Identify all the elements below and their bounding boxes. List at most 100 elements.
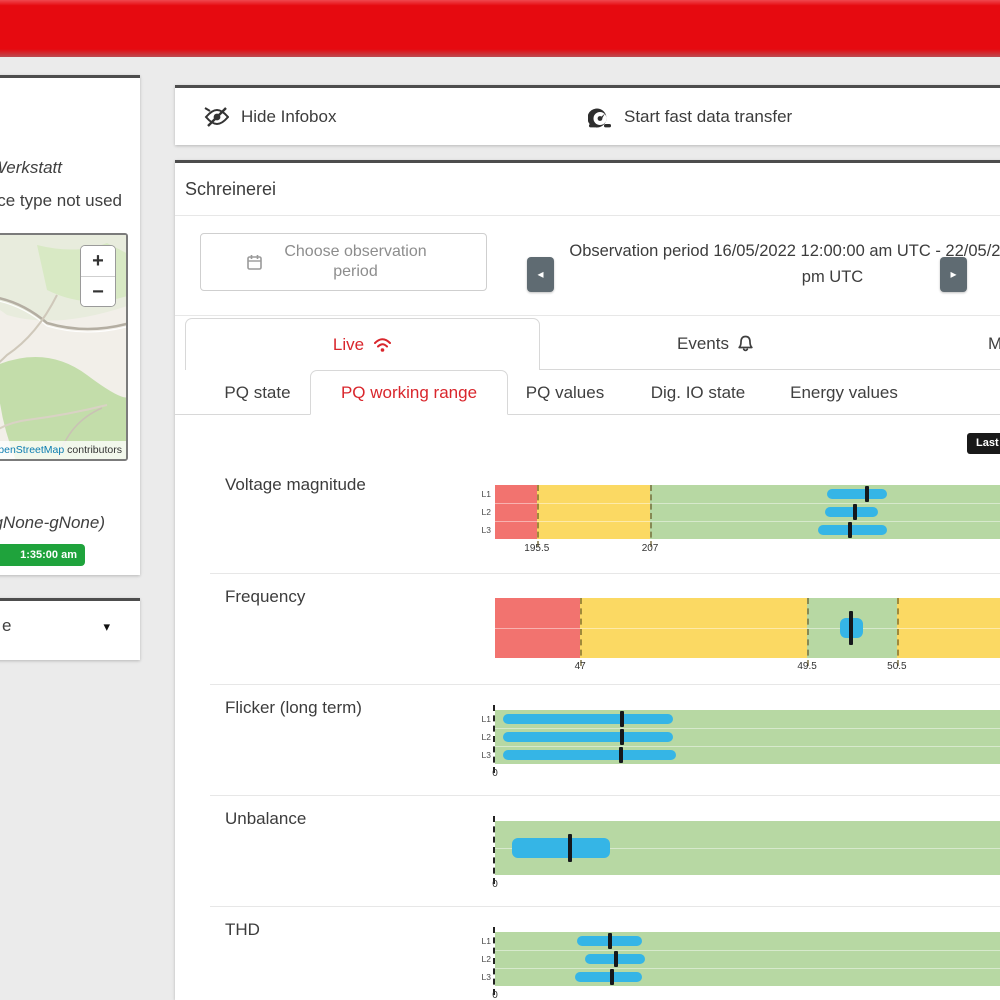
row-divider [495, 968, 1000, 969]
arrow-right-icon: ▸ [950, 267, 956, 281]
chart-title-thd: THD [225, 920, 260, 940]
chart-title-flicker-long-term: Flicker (long term) [225, 698, 362, 718]
divider [175, 215, 1000, 216]
median-marker-L1 [865, 486, 869, 502]
chart-title-unbalance: Unbalance [225, 809, 306, 829]
map-zoom-in-button[interactable]: + [81, 246, 115, 276]
phase-label: L2 [475, 507, 491, 517]
phase-label: L2 [475, 732, 491, 742]
previous-period-button[interactable]: ◂ [527, 257, 554, 292]
map-attribution-suffix: contributors [64, 444, 122, 456]
chart-plot-thd [495, 932, 1000, 986]
device-code-label: (gNone-gNone) [0, 513, 105, 533]
subtab-label: PQ working range [341, 383, 477, 403]
row-divider [495, 746, 1000, 747]
row-divider [495, 950, 1000, 951]
axis-tick-label: 49.5 [797, 661, 816, 672]
zone-green [495, 932, 1000, 986]
subtab-pq-state[interactable]: PQ state [205, 370, 310, 415]
range-bar-L2 [503, 732, 673, 742]
subtab-pq-values[interactable]: PQ values [512, 370, 618, 415]
device-name-label: Werkstatt [0, 158, 62, 178]
hide-infobox-button[interactable]: Hide Infobox [203, 88, 336, 145]
zone-boundary-line [537, 485, 539, 547]
app-window: Werkstatt Device type not used + − [0, 0, 1000, 1000]
tab-measurements-label: M [988, 334, 1000, 354]
median-marker-L2 [614, 951, 618, 967]
map-attribution-link[interactable]: © OpenStreetMap [0, 444, 64, 456]
range-bar-L1 [503, 714, 673, 724]
chart-plot-frequency [495, 598, 1000, 658]
choose-observation-period-button[interactable]: Choose observation period [200, 233, 487, 291]
median-marker-L3 [619, 747, 623, 763]
axis-tick-label: 47 [575, 661, 586, 672]
phase-label: L1 [475, 936, 491, 946]
zone-boundary-line [897, 598, 899, 666]
device-selector-card[interactable]: e ▾ [0, 598, 140, 660]
chart-title-voltage-magnitude: Voltage magnitude [225, 475, 366, 495]
range-bar-unbalance [512, 838, 610, 858]
subtab-label: PQ state [224, 383, 290, 403]
zone-red [495, 485, 537, 539]
median-marker-L2 [853, 504, 857, 520]
device-info-card: Werkstatt Device type not used + − [0, 75, 140, 575]
axis-tick-label: 207 [642, 543, 659, 554]
chart-title-frequency: Frequency [225, 587, 305, 607]
row-divider [495, 503, 1000, 504]
main-tab-bar: Live Events M [175, 318, 1000, 370]
divider [210, 573, 1000, 574]
axis-tick-label: 0 [492, 879, 498, 890]
next-period-button[interactable]: ▸ [940, 257, 967, 292]
last-period-badge[interactable]: Last [967, 433, 1000, 454]
subtab-energy-values[interactable]: Energy values [778, 370, 910, 415]
page-title: Schreinerei [185, 179, 276, 200]
zone-boundary-line [650, 485, 652, 547]
range-bar-L3 [575, 972, 642, 982]
subtab-label: Dig. IO state [651, 383, 745, 403]
chevron-down-icon[interactable]: ▾ [103, 619, 110, 635]
zero-axis-line [493, 816, 495, 884]
median-marker-unbalance [568, 834, 572, 862]
toolbar-card: Hide Infobox Start fast data transfer [175, 85, 1000, 145]
tab-events-label: Events [677, 334, 729, 354]
row-divider [495, 521, 1000, 522]
median-marker-L1 [608, 933, 612, 949]
subtab-pq-working-range[interactable]: PQ working range [310, 370, 508, 415]
range-bar-L3 [503, 750, 676, 760]
zero-axis-line [493, 927, 495, 995]
chart-plot-voltage-magnitude [495, 485, 1000, 539]
device-selector-label: e [2, 616, 11, 636]
subtab-label: Energy values [790, 383, 898, 403]
zone-yellow [537, 485, 650, 539]
start-fast-transfer-label: Start fast data transfer [624, 107, 792, 127]
wifi-icon [373, 337, 392, 352]
median-marker-frequency [849, 611, 853, 645]
map-attribution: © OpenStreetMap contributors [0, 441, 126, 459]
range-bar-L3 [818, 525, 887, 535]
tab-measurements[interactable]: M [890, 318, 1000, 370]
hide-infobox-label: Hide Infobox [241, 107, 336, 127]
tab-live-label: Live [333, 335, 364, 355]
main-panel-card: Schreinerei Choose observation period ◂ … [175, 160, 1000, 1000]
start-fast-transfer-button[interactable]: Start fast data transfer [588, 88, 792, 145]
phase-label: L3 [475, 525, 491, 535]
divider [210, 684, 1000, 685]
range-bar-L2 [825, 507, 878, 517]
tab-events[interactable]: Events [540, 318, 890, 370]
choose-observation-period-label: Choose observation period [271, 242, 441, 282]
phase-label: L3 [475, 750, 491, 760]
axis-tick-label: 0 [492, 768, 498, 779]
divider [175, 315, 1000, 316]
subtab-dig-io-state[interactable]: Dig. IO state [633, 370, 763, 415]
arrow-left-icon: ◂ [537, 267, 543, 281]
phase-label: L3 [475, 972, 491, 982]
map-zoom-out-button[interactable]: − [81, 276, 115, 306]
tab-live[interactable]: Live [185, 318, 540, 370]
median-marker-L2 [620, 729, 624, 745]
axis-tick-label: 0 [492, 990, 498, 1000]
location-map[interactable]: + − © OpenStreetMap contributors [0, 233, 128, 461]
map-zoom-control: + − [80, 245, 116, 307]
bell-icon [738, 335, 753, 352]
range-bar-L1 [827, 489, 887, 499]
divider [210, 906, 1000, 907]
